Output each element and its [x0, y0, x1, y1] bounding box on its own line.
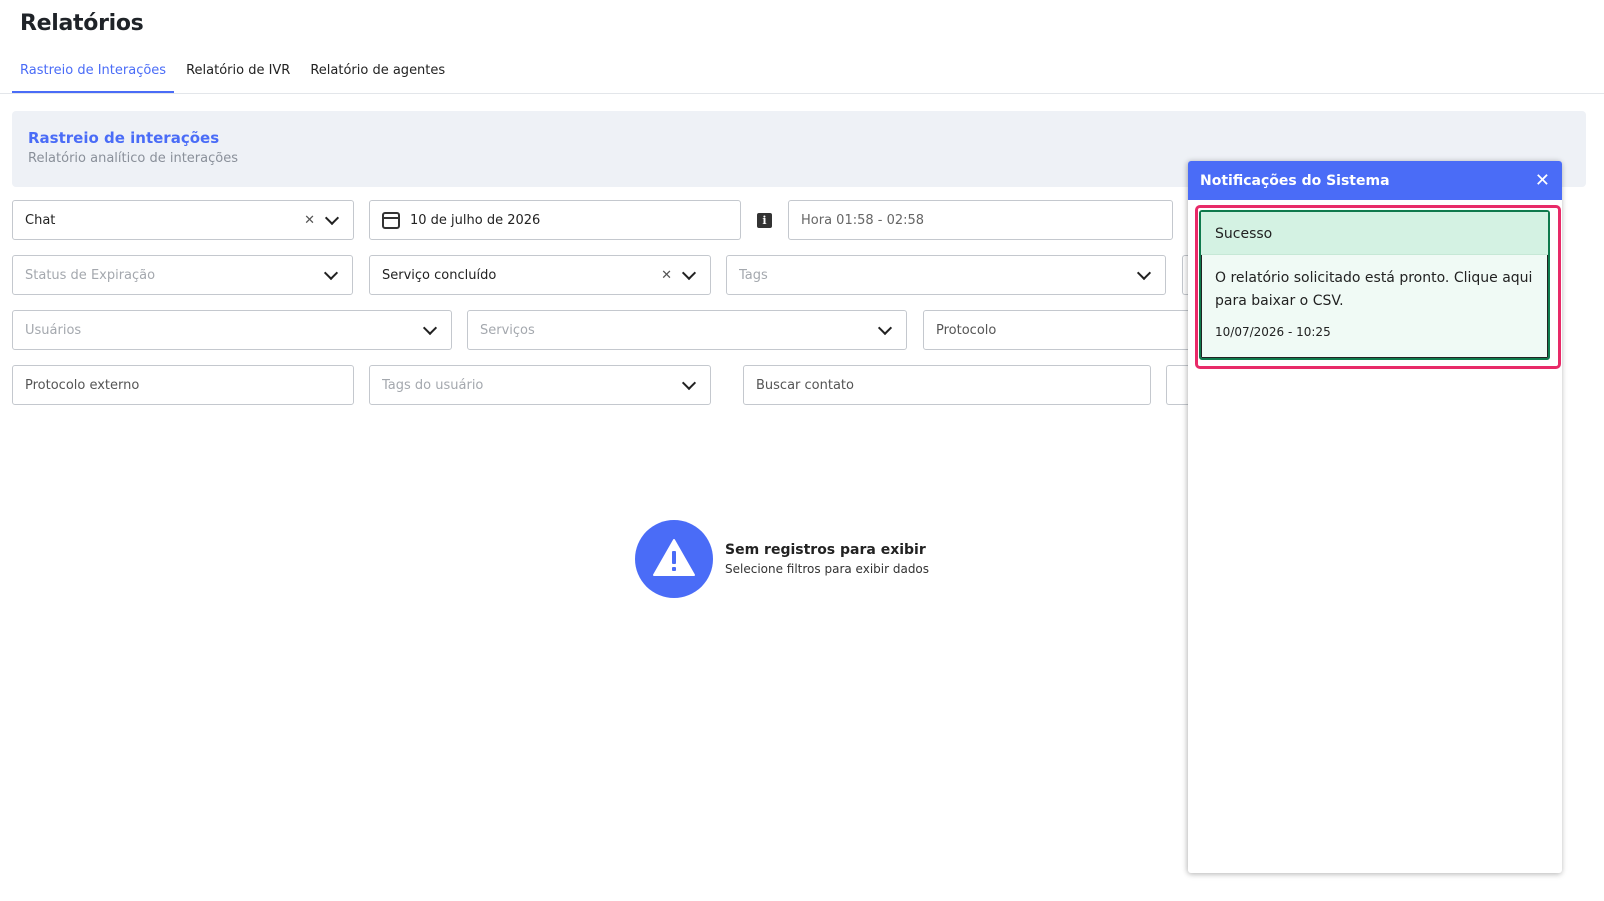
notifications-title: Notificações do Sistema — [1200, 172, 1390, 189]
clear-channel-icon[interactable]: ✕ — [304, 213, 315, 228]
empty-state: Sem registros para exibir Selecione filt… — [635, 520, 929, 598]
external-protocol-input[interactable]: Protocolo externo — [12, 365, 354, 405]
tags-select[interactable]: Tags — [726, 255, 1166, 295]
chevron-down-icon[interactable] — [1136, 265, 1152, 280]
channel-select[interactable]: Chat ✕ — [12, 200, 354, 240]
protocol-input[interactable]: Protocolo — [923, 310, 1203, 350]
page-title: Relatórios — [20, 11, 144, 36]
services-placeholder: Serviços — [480, 322, 535, 338]
empty-state-subtitle: Selecione filtros para exibir dados — [725, 562, 930, 576]
close-icon[interactable]: ✕ — [1535, 170, 1550, 191]
clear-service-status-icon[interactable]: ✕ — [661, 268, 672, 283]
chevron-down-icon[interactable] — [422, 320, 438, 335]
banner-title: Rastreio de interações — [28, 129, 220, 147]
users-placeholder: Usuários — [25, 322, 82, 338]
notification-message[interactable]: O relatório solicitado está pronto. Cliq… — [1215, 267, 1534, 313]
chevron-down-icon[interactable] — [323, 265, 339, 280]
chevron-down-icon[interactable] — [877, 320, 893, 335]
search-contact-input[interactable]: Buscar contato — [743, 365, 1151, 405]
report-tabs: Rastreio de Interações Relatório de IVR … — [12, 56, 457, 94]
time-range-field[interactable]: Hora 01:58 - 02:58 — [788, 200, 1173, 240]
protocol-placeholder: Protocolo — [936, 322, 997, 338]
notifications-panel: Notificações do Sistema ✕ Sucesso O rela… — [1188, 161, 1562, 873]
chevron-down-icon[interactable] — [681, 265, 697, 280]
chevron-down-icon[interactable] — [681, 375, 697, 390]
info-icon[interactable]: i — [757, 213, 772, 228]
calendar-icon — [382, 211, 400, 229]
expiration-status-select[interactable]: Status de Expiração — [12, 255, 353, 295]
service-status-select[interactable]: Serviço concluído ✕ — [369, 255, 711, 295]
tabs-divider — [0, 93, 1604, 94]
tab-agents-report[interactable]: Relatório de agentes — [302, 56, 453, 93]
expiration-status-placeholder: Status de Expiração — [25, 267, 156, 283]
search-contact-placeholder: Buscar contato — [756, 377, 854, 393]
notification-date: 10/07/2026 - 10:25 — [1215, 325, 1331, 339]
notification-status: Sucesso — [1201, 212, 1548, 255]
tags-placeholder: Tags — [739, 267, 768, 283]
tab-interaction-tracking[interactable]: Rastreio de Interações — [12, 56, 175, 93]
user-tags-select[interactable]: Tags do usuário — [369, 365, 711, 405]
warning-icon — [635, 520, 713, 598]
empty-state-title: Sem registros para exibir — [725, 542, 926, 558]
tab-ivr-report[interactable]: Relatório de IVR — [178, 56, 298, 93]
date-picker-value: 10 de julho de 2026 — [410, 212, 541, 228]
notification-card[interactable]: Sucesso O relatório solicitado está pron… — [1199, 210, 1550, 360]
external-protocol-placeholder: Protocolo externo — [25, 377, 140, 393]
users-select[interactable]: Usuários — [12, 310, 452, 350]
time-range-value: Hora 01:58 - 02:58 — [801, 212, 925, 228]
channel-select-value: Chat — [25, 212, 56, 228]
services-select[interactable]: Serviços — [467, 310, 907, 350]
chevron-down-icon[interactable] — [324, 210, 340, 225]
service-status-value: Serviço concluído — [382, 267, 497, 283]
date-picker[interactable]: 10 de julho de 2026 — [369, 200, 741, 240]
notifications-header: Notificações do Sistema ✕ — [1188, 161, 1562, 200]
user-tags-placeholder: Tags do usuário — [382, 377, 484, 393]
